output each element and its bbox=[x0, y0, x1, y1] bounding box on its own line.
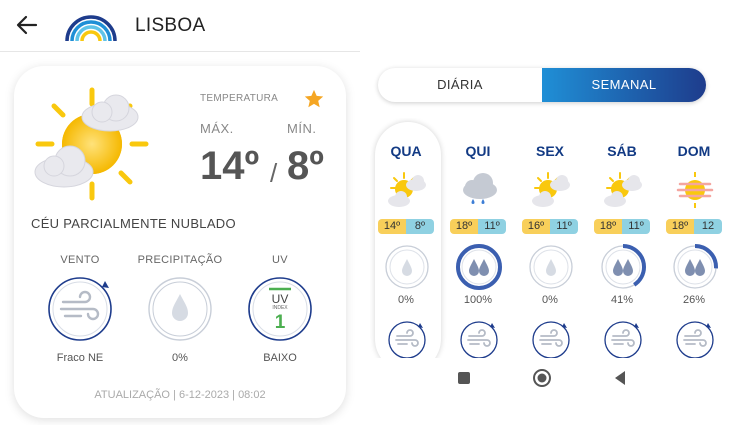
precipitation-dial-icon bbox=[672, 244, 718, 290]
wind-label: VENTO bbox=[60, 254, 100, 266]
partly-cloudy-icon bbox=[532, 172, 570, 207]
precipitation-metric: PRECIPITAÇÃO 0% bbox=[134, 254, 226, 364]
precipitation-dial-icon bbox=[528, 244, 574, 290]
wind-dial-icon bbox=[48, 277, 112, 341]
day-max-temperature: 14º bbox=[378, 219, 406, 234]
wind-dial-icon bbox=[460, 321, 498, 358]
precipitation-value: 0% bbox=[542, 294, 558, 306]
today-card: TEMPERATURA MÁX. MÍN. 14º / 8º CÉU PARCI… bbox=[14, 66, 346, 418]
precipitation-dial-icon bbox=[456, 244, 502, 290]
system-nav-bar bbox=[366, 358, 730, 398]
day-min-temperature: 11º bbox=[478, 219, 506, 234]
uv-dial-icon: UV INDEX 1 bbox=[248, 277, 312, 341]
wind-dial-icon bbox=[676, 321, 714, 358]
temperature-range: 18º 12 bbox=[666, 219, 722, 234]
max-label: MÁX. bbox=[200, 121, 234, 136]
svg-text:UV: UV bbox=[272, 292, 289, 306]
rainbow-logo-icon bbox=[65, 15, 117, 42]
precipitation-label: PRECIPITAÇÃO bbox=[137, 254, 223, 266]
day-name: SÁB bbox=[607, 143, 637, 159]
day-column[interactable]: QUI 18º 11º 100% bbox=[442, 118, 514, 358]
temperature-range: 18º 11º bbox=[594, 219, 650, 234]
max-temperature: 14º bbox=[200, 144, 260, 188]
day-name: DOM bbox=[677, 143, 711, 159]
recents-square-icon[interactable] bbox=[454, 368, 474, 388]
day-column[interactable]: DOM 18º 12 26% bbox=[658, 118, 730, 358]
tab-weekly[interactable]: SEMANAL bbox=[542, 68, 706, 102]
day-column[interactable]: QUA 14º 8º 0% bbox=[370, 118, 442, 358]
view-toggle: DIÁRIA SEMANAL bbox=[378, 68, 706, 102]
uv-label: UV bbox=[272, 254, 288, 266]
tab-daily[interactable]: DIÁRIA bbox=[378, 68, 542, 102]
wind-dial-icon bbox=[532, 321, 570, 358]
weekly-forecast[interactable]: QUA 14º 8º 0% QUI 18º 11º 100% SEX 16º 11º 0% SÁB 18º… bbox=[370, 118, 730, 358]
partly-cloudy-icon bbox=[388, 172, 426, 207]
home-circle-icon[interactable] bbox=[532, 368, 552, 388]
partly-cloudy-icon bbox=[604, 172, 642, 207]
wind-dial-icon bbox=[604, 321, 642, 358]
day-min-temperature: 12 bbox=[694, 219, 722, 234]
precipitation-value: 0% bbox=[398, 294, 414, 306]
day-min-temperature: 11º bbox=[550, 219, 578, 234]
star-favorite-icon[interactable] bbox=[303, 88, 325, 110]
top-bar: LISBOA bbox=[0, 0, 360, 52]
uv-value: BAIXO bbox=[263, 352, 297, 364]
temperature-range: 14º 8º bbox=[378, 219, 434, 234]
day-column[interactable]: SÁB 18º 11º 41% bbox=[586, 118, 658, 358]
day-name: SEX bbox=[535, 143, 564, 159]
temperature-separator: / bbox=[270, 158, 278, 188]
weather-condition: CÉU PARCIALMENTE NUBLADO bbox=[31, 216, 236, 231]
day-max-temperature: 18º bbox=[450, 219, 478, 234]
svg-text:1: 1 bbox=[275, 312, 286, 333]
day-name: QUA bbox=[390, 143, 422, 159]
svg-text:INDEX: INDEX bbox=[272, 305, 288, 311]
uv-metric: UV UV INDEX 1 BAIXO bbox=[234, 254, 326, 364]
day-column[interactable]: SEX 16º 11º 0% bbox=[514, 118, 586, 358]
day-max-temperature: 16º bbox=[522, 219, 550, 234]
min-label: MÍN. bbox=[287, 121, 317, 136]
city-name: LISBOA bbox=[135, 15, 206, 36]
precipitation-value: 41% bbox=[610, 294, 634, 306]
day-max-temperature: 18º bbox=[594, 219, 622, 234]
precipitation-value: 0% bbox=[172, 352, 188, 364]
day-name: QUI bbox=[465, 143, 491, 159]
wind-metric: VENTO Fraco NE bbox=[34, 254, 126, 364]
precipitation-value: 26% bbox=[682, 294, 706, 306]
precipitation-value: 100% bbox=[463, 294, 493, 306]
temperature-range: 16º 11º bbox=[522, 219, 578, 234]
precipitation-dial-icon bbox=[148, 277, 212, 341]
back-arrow-icon[interactable] bbox=[14, 12, 40, 38]
last-updated: ATUALIZAÇÃO | 6-12-2023 | 08:02 bbox=[94, 389, 266, 401]
wind-value: Fraco NE bbox=[56, 352, 104, 364]
haze-sun-icon bbox=[676, 172, 714, 208]
back-triangle-icon[interactable] bbox=[610, 368, 630, 388]
day-min-temperature: 8º bbox=[406, 219, 434, 234]
rain-cloud-icon bbox=[463, 173, 497, 204]
precipitation-dial-icon bbox=[384, 244, 430, 290]
precipitation-dial-icon bbox=[600, 244, 646, 290]
temperature-label: TEMPERATURA bbox=[200, 93, 279, 104]
temperature-range: 18º 11º bbox=[450, 219, 506, 234]
wind-dial-icon bbox=[388, 321, 426, 358]
day-min-temperature: 11º bbox=[622, 219, 650, 234]
day-max-temperature: 18º bbox=[666, 219, 694, 234]
min-temperature: 8º bbox=[287, 144, 324, 188]
partly-cloudy-icon bbox=[34, 87, 149, 201]
